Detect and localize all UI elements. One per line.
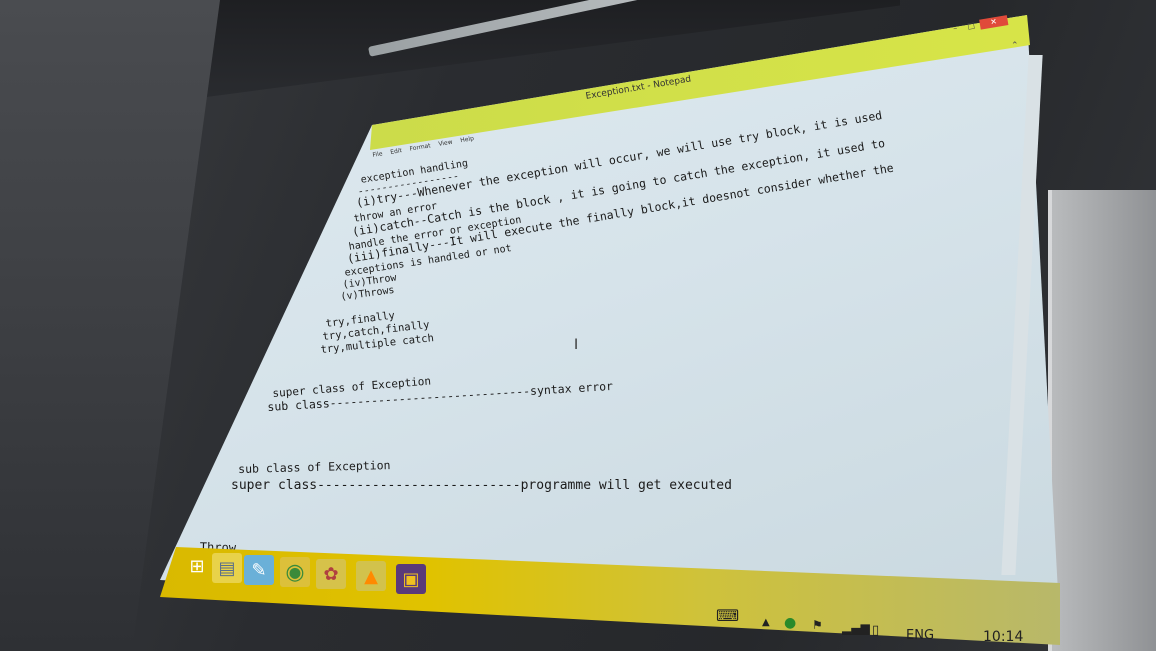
editor-line: super class--------------------------pro…	[231, 478, 732, 493]
file-explorer-icon[interactable]: ▤	[212, 553, 242, 583]
security-icon[interactable]: ●	[784, 615, 796, 631]
projected-screen: Exception.txt - Notepad – □ ✕ File Edit …	[160, 15, 1060, 645]
battery-icon[interactable]: ▯	[872, 623, 879, 638]
notepad-icon[interactable]: ✎	[244, 555, 274, 585]
network-error-icon[interactable]: ⚑	[812, 618, 823, 632]
start-icon[interactable]: ⊞	[182, 551, 212, 581]
signal-icon[interactable]: ▂▄▆	[842, 621, 870, 635]
editor-line: sub class of Exception	[238, 458, 391, 476]
vlc-icon[interactable]: ▲	[356, 561, 386, 591]
winrar-icon[interactable]: ▣	[396, 564, 426, 594]
paint-icon[interactable]: ✿	[316, 559, 346, 589]
chrome-icon[interactable]: ◉	[280, 557, 310, 587]
text-cursor-icon: I	[574, 337, 579, 353]
show-hidden-icons-icon[interactable]: ▲	[762, 617, 770, 628]
keyboard-icon[interactable]: ⌨	[716, 606, 739, 625]
clock[interactable]: 10:14	[983, 629, 1023, 645]
language-indicator[interactable]: ENG	[906, 628, 934, 643]
whiteboard-edge	[1048, 190, 1156, 651]
text-editor[interactable]: exception handling ----------------- (i)…	[160, 15, 1060, 645]
